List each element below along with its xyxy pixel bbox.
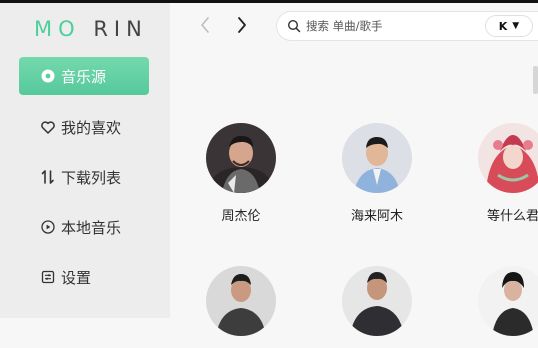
search-icon (287, 19, 301, 33)
chevron-right-icon (238, 17, 246, 33)
artist-card[interactable]: 周杰伦 (191, 123, 291, 224)
forward-button[interactable] (231, 14, 253, 36)
sidebar-item-favorites[interactable]: 我的喜欢 (19, 108, 149, 146)
sidebar-item-label: 本地音乐 (61, 218, 122, 237)
sidebar-item-label: 下载列表 (61, 168, 122, 187)
chevron-down-icon: ▼ (512, 21, 520, 31)
sidebar-item-music-source[interactable]: 音乐源 (19, 57, 149, 95)
sidebar: MO RIN 音乐源 我的喜欢 下载列表 本地音乐 设置 (0, 3, 170, 318)
artist-card[interactable]: 等什么君 (463, 123, 538, 224)
back-button[interactable] (194, 14, 216, 36)
sidebar-item-label: 音乐源 (61, 67, 107, 86)
sort-arrows-icon (41, 170, 55, 184)
artist-name: 海来阿木 (350, 209, 403, 224)
artist-card[interactable] (463, 266, 538, 348)
sidebar-item-settings[interactable]: 设置 (19, 258, 149, 296)
heart-icon (41, 120, 55, 134)
search-input[interactable] (306, 19, 476, 33)
chevron-left-icon (201, 17, 209, 33)
play-circle-icon (41, 220, 55, 234)
artist-avatar (206, 123, 276, 193)
artist-card[interactable]: 海来阿木 (327, 123, 427, 224)
artist-avatar (478, 266, 538, 336)
sidebar-item-label: 设置 (61, 268, 92, 287)
logo-gap (81, 17, 94, 41)
settings-icon (41, 270, 55, 284)
app-logo: MO RIN (0, 17, 170, 41)
artist-avatar (342, 266, 412, 336)
artist-card[interactable] (191, 266, 291, 348)
source-selected-value: K (498, 19, 508, 33)
artist-avatar (206, 266, 276, 336)
artist-avatar (342, 123, 412, 193)
artist-avatar (478, 123, 538, 193)
logo-rin: RIN (93, 17, 148, 41)
scrollbar-thumb[interactable] (533, 66, 538, 94)
artist-card[interactable] (327, 266, 427, 348)
artist-name: 周杰伦 (221, 209, 261, 224)
sidebar-item-label: 我的喜欢 (61, 118, 122, 137)
artist-name: 等什么君 (486, 209, 538, 224)
logo-mo: MO (34, 17, 81, 41)
sidebar-item-downloads[interactable]: 下载列表 (19, 158, 149, 196)
sidebar-item-local-music[interactable]: 本地音乐 (19, 208, 149, 246)
record-icon (41, 69, 55, 83)
source-dropdown[interactable]: K ▼ (486, 16, 532, 36)
